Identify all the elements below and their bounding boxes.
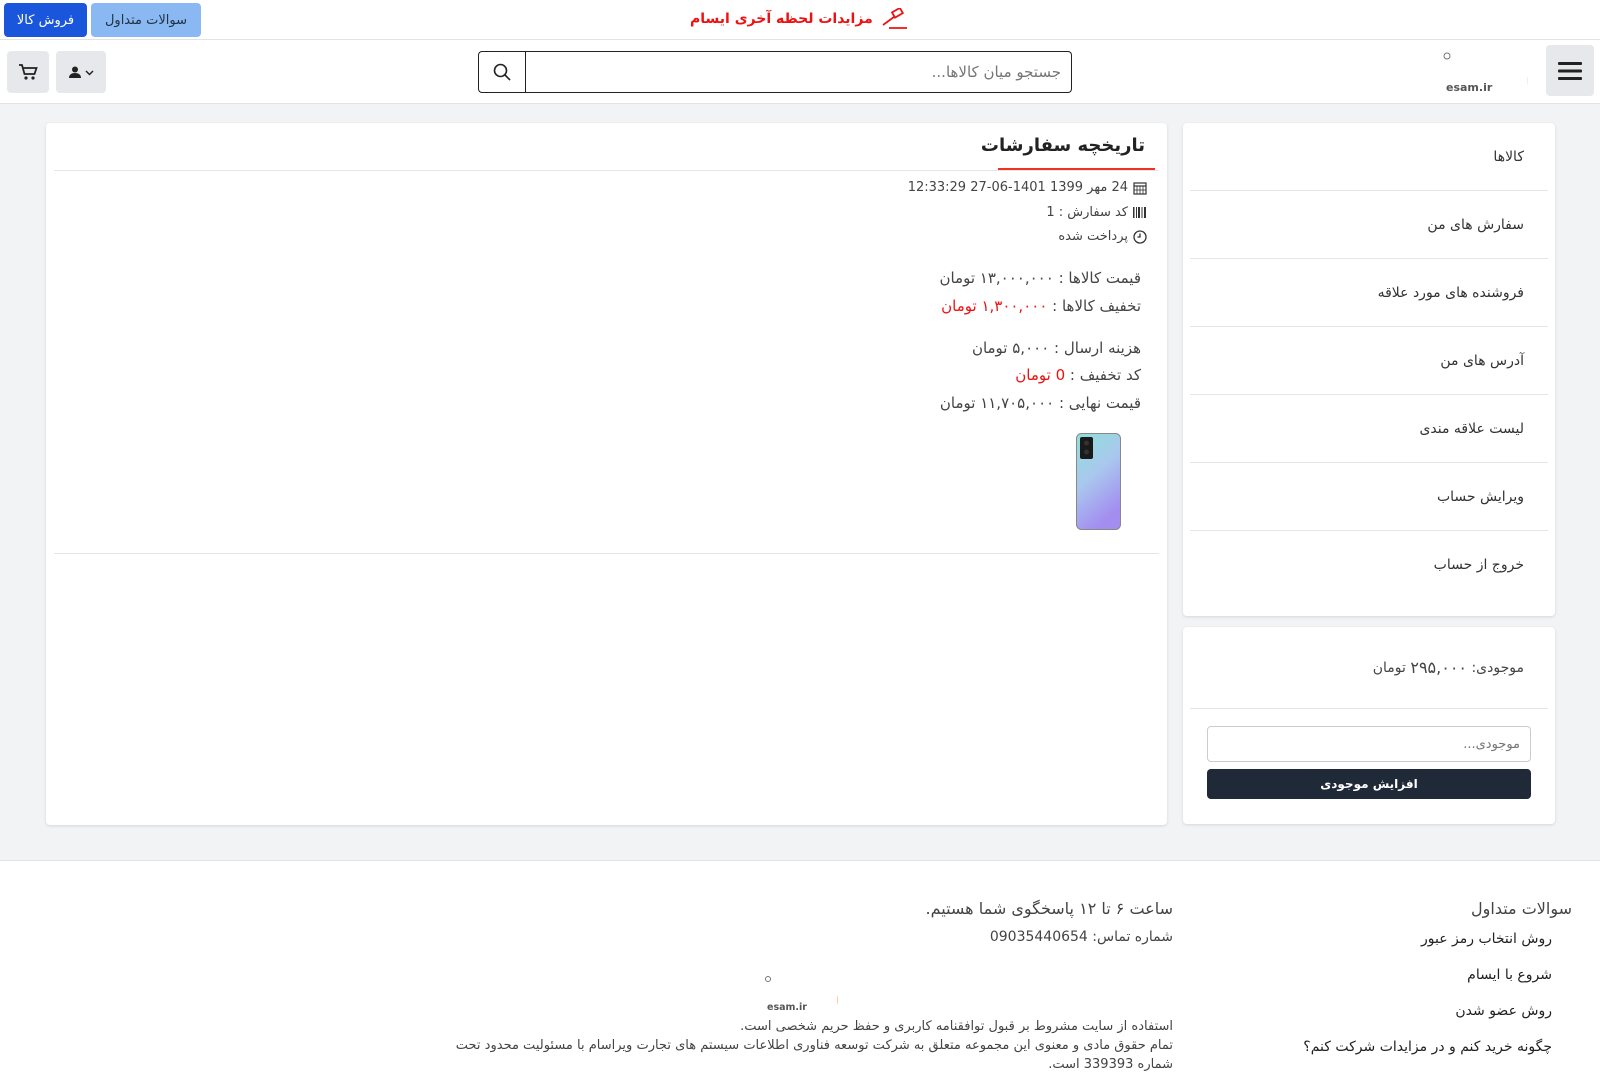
- user-menu-button[interactable]: [56, 51, 106, 93]
- title-divider: [54, 170, 1159, 171]
- order-status: پرداخت شده: [1058, 229, 1128, 244]
- items-discount-row: تخفیف کالاها : ۱,۳۰۰,۰۰۰ تومان: [941, 297, 1141, 315]
- footer-logo[interactable]: ایسام esam.ir: [764, 974, 901, 1013]
- svg-text:esam.ir: esam.ir: [1446, 81, 1493, 94]
- shipping-label: هزینه ارسال :: [1054, 339, 1141, 357]
- order-code: کد سفارش : 1: [1046, 205, 1128, 220]
- sidebar-item-label: خروج از حساب: [1433, 557, 1524, 573]
- auction-link[interactable]: مزایدات لحظه آخری ایسام: [690, 6, 909, 32]
- order-code-row: کد سفارش : 1: [1046, 205, 1147, 220]
- footer-faq-link[interactable]: روش انتخاب رمز عبور: [1421, 931, 1552, 947]
- terms-line-1: استفاده از سایت مشروط بر قبول توافقنامه …: [740, 1019, 1173, 1034]
- search-input[interactable]: [526, 51, 1072, 93]
- footer-faq-link[interactable]: روش عضو شدن: [1455, 1003, 1552, 1019]
- wallet-amount-input[interactable]: [1207, 726, 1531, 762]
- order-date: 24 مهر 1399 1401-06-27 12:33:29: [907, 180, 1128, 195]
- coupon-row: کد تخفیف : 0 تومان: [1015, 366, 1141, 384]
- sidebar-item-products[interactable]: کالاها: [1190, 123, 1548, 191]
- coupon-label: کد تخفیف :: [1069, 366, 1141, 384]
- top-strip: فروش کالا سوالات متداول مزایدات لحظه آخر…: [0, 0, 1600, 40]
- sidebar-item-label: فروشنده های مورد علاقه: [1377, 284, 1524, 301]
- sidebar-item-favorite-sellers[interactable]: فروشنده های مورد علاقه: [1190, 259, 1548, 327]
- hamburger-menu-button[interactable]: [1546, 45, 1594, 96]
- product-thumbnail[interactable]: [1076, 433, 1121, 530]
- chevron-down-icon: [84, 69, 94, 76]
- sidebar-item-my-orders[interactable]: سفارش های من: [1190, 191, 1548, 259]
- sidebar-item-label: ویرایش حساب: [1436, 488, 1524, 505]
- search-icon: [493, 63, 511, 81]
- support-hours: ساعت ۶ تا ۱۲ پاسخگوی شما هستیم.: [925, 899, 1173, 918]
- sidebar-item-label: لیست علاقه مندی: [1419, 420, 1524, 437]
- search-button[interactable]: [478, 51, 526, 93]
- wallet-balance-value: ۲۹۵,۰۰۰: [1410, 658, 1468, 677]
- user-icon: [68, 66, 81, 78]
- sidebar-item-edit-account[interactable]: ویرایش حساب: [1190, 463, 1548, 531]
- svg-text:ایسام: ایسام: [1526, 54, 1528, 85]
- sidebar-item-wishlist[interactable]: لیست علاقه مندی: [1190, 395, 1548, 463]
- wallet-balance-unit: تومان: [1372, 659, 1406, 676]
- clock-icon: [1133, 229, 1147, 244]
- items-price-row: قیمت کالاها : ۱۳,۰۰۰,۰۰۰ تومان: [939, 269, 1141, 287]
- barcode-icon: [1133, 207, 1146, 218]
- order-status-row: پرداخت شده: [1058, 229, 1147, 244]
- cart-button[interactable]: [7, 51, 49, 93]
- calendar-icon: [1133, 181, 1147, 195]
- wallet-balance-label: موجودی:: [1471, 659, 1524, 676]
- footer-faq-link[interactable]: شروع با ایسام: [1467, 967, 1552, 983]
- sidebar-item-label: آدرس های من: [1440, 352, 1524, 369]
- shipping-row: هزینه ارسال : ۵,۰۰۰ تومان: [972, 339, 1141, 357]
- hamburger-icon: [1558, 61, 1582, 80]
- faq-button[interactable]: سوالات متداول: [91, 3, 201, 37]
- site-logo[interactable]: ایسام esam.ir: [1442, 50, 1600, 94]
- cart-icon: [19, 64, 38, 80]
- svg-text:esam.ir: esam.ir: [767, 1002, 807, 1012]
- wallet-balance: موجودی: ۲۹۵,۰۰۰ تومان: [1190, 627, 1548, 709]
- items-discount-value: ۱,۳۰۰,۰۰۰ تومان: [941, 297, 1048, 315]
- footer-terms: استفاده از سایت مشروط بر قبول توافقنامه …: [433, 1017, 1173, 1074]
- account-sidebar: کالاها سفارش های من فروشنده های مورد علا…: [1183, 123, 1555, 616]
- wallet-card: موجودی: ۲۹۵,۰۰۰ تومان افزایش موجودی: [1183, 627, 1555, 824]
- sell-product-button[interactable]: فروش کالا: [4, 3, 87, 37]
- final-price-label: قیمت نهایی :: [1058, 394, 1141, 412]
- final-price-row: قیمت نهایی : ۱۱,۷۰۵,۰۰۰ تومان: [940, 394, 1141, 412]
- sidebar-item-logout[interactable]: خروج از حساب: [1190, 531, 1548, 599]
- svg-text:ایسام: ایسام: [836, 978, 838, 1004]
- sidebar-item-label: سفارش های من: [1427, 216, 1524, 233]
- shipping-value: ۵,۰۰۰ تومان: [971, 339, 1050, 357]
- order-date-row: 24 مهر 1399 1401-06-27 12:33:29: [908, 180, 1147, 195]
- items-price-label: قیمت کالاها :: [1058, 269, 1141, 287]
- items-discount-label: تخفیف کالاها :: [1052, 297, 1141, 315]
- search-bar: [478, 51, 1072, 93]
- gavel-icon: [882, 8, 907, 29]
- auction-link-label: مزایدات لحظه آخری ایسام: [690, 11, 873, 27]
- coupon-value: 0 تومان: [1015, 366, 1066, 384]
- main-header: ایسام esam.ir: [0, 40, 1600, 104]
- final-price-value: ۱۱,۷۰۵,۰۰۰ تومان: [939, 394, 1055, 412]
- sidebar-item-my-addresses[interactable]: آدرس های من: [1190, 327, 1548, 395]
- page-title: تاریخچه سفارشات: [980, 135, 1145, 156]
- increase-balance-button[interactable]: افزایش موجودی: [1207, 769, 1531, 799]
- terms-line-2: تمام حقوق مادی و معنوی این مجموعه متعلق …: [455, 1038, 1173, 1072]
- sidebar-item-label: کالاها: [1493, 148, 1524, 165]
- items-price-value: ۱۳,۰۰۰,۰۰۰ تومان: [939, 269, 1054, 287]
- support-phone: شماره تماس: 09035440654: [989, 929, 1173, 945]
- order-divider: [54, 553, 1159, 554]
- site-footer: سوالات متداول روش انتخاب رمز عبور شروع ب…: [0, 860, 1600, 1092]
- footer-faq-link[interactable]: چگونه خرید کنم و در مزایدات شرکت کنم؟: [1303, 1039, 1552, 1055]
- order-history-card: تاریخچه سفارشات 24 مهر 1399 1401-06-27 1…: [46, 123, 1167, 825]
- footer-faq-title: سوالات متداول: [1471, 899, 1572, 918]
